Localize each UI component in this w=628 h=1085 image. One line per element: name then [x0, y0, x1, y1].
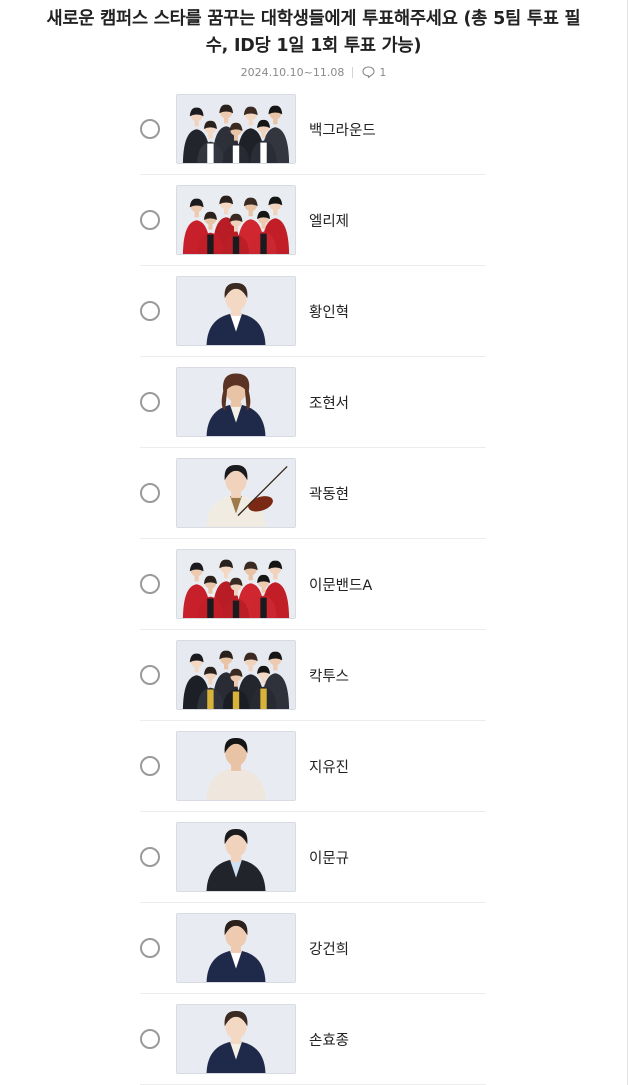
comment-count[interactable]: 1 [379, 66, 386, 79]
poll-period: 2024.10.10~11.08 [240, 65, 345, 79]
poll-option[interactable]: 조현서 [140, 357, 486, 448]
poll-option[interactable]: 지유진 [140, 721, 486, 812]
poll-option[interactable]: 이문밴드A [140, 539, 486, 630]
option-radio[interactable] [140, 938, 160, 958]
option-thumbnail[interactable] [176, 1004, 296, 1074]
option-label: 곽동현 [309, 486, 350, 503]
comment-icon[interactable] [362, 66, 375, 78]
option-label: 칵투스 [309, 668, 350, 685]
poll-option[interactable]: 백그라운드 [140, 84, 486, 175]
option-thumbnail[interactable] [176, 549, 296, 619]
option-label: 손효종 [309, 1032, 350, 1049]
option-label: 황인혁 [309, 304, 350, 321]
option-label: 백그라운드 [309, 122, 376, 139]
option-label: 조현서 [309, 395, 350, 412]
poll-option[interactable]: 황인혁 [140, 266, 486, 357]
option-label: 강건희 [309, 941, 350, 958]
option-thumbnail[interactable] [176, 276, 296, 346]
option-radio[interactable] [140, 665, 160, 685]
option-radio[interactable] [140, 1029, 160, 1049]
option-thumbnail[interactable] [176, 822, 296, 892]
option-radio[interactable] [140, 756, 160, 776]
option-radio[interactable] [140, 210, 160, 230]
poll-header: 새로운 캠퍼스 스타를 꿈꾸는 대학생들에게 투표해주세요 (총 5팀 투표 필… [0, 0, 627, 80]
poll-option[interactable]: 강건희 [140, 903, 486, 994]
option-radio[interactable] [140, 119, 160, 139]
option-radio[interactable] [140, 483, 160, 503]
option-thumbnail[interactable] [176, 458, 296, 528]
poll-option[interactable]: 곽동현 [140, 448, 486, 539]
option-label: 지유진 [309, 759, 350, 776]
poll-title: 새로운 캠퍼스 스타를 꿈꾸는 대학생들에게 투표해주세요 (총 5팀 투표 필… [46, 9, 581, 56]
option-label: 이문규 [309, 850, 350, 867]
option-thumbnail[interactable] [176, 185, 296, 255]
option-label: 엘리제 [309, 213, 350, 230]
option-radio[interactable] [140, 574, 160, 594]
poll-options: 백그라운드엘리제황인혁조현서곽동현이문밴드A 칵투스지유진이문규강건희손효종 [140, 84, 486, 1085]
poll-page: 새로운 캠퍼스 스타를 꿈꾸는 대학생들에게 투표해주세요 (총 5팀 투표 필… [0, 0, 628, 1085]
option-thumbnail[interactable] [176, 640, 296, 710]
poll-option[interactable]: 엘리제 [140, 175, 486, 266]
poll-meta: 2024.10.10~11.08 1 [36, 64, 591, 80]
meta-divider [352, 66, 354, 78]
option-thumbnail[interactable] [176, 367, 296, 437]
option-radio[interactable] [140, 392, 160, 412]
option-thumbnail[interactable] [176, 913, 296, 983]
poll-option[interactable]: 칵투스 [140, 630, 486, 721]
poll-option[interactable]: 이문규 [140, 812, 486, 903]
poll-option[interactable]: 손효종 [140, 994, 486, 1085]
option-label: 이문밴드A [309, 577, 373, 594]
option-thumbnail[interactable] [176, 731, 296, 801]
option-thumbnail[interactable] [176, 94, 296, 164]
option-radio[interactable] [140, 301, 160, 321]
option-radio[interactable] [140, 847, 160, 867]
